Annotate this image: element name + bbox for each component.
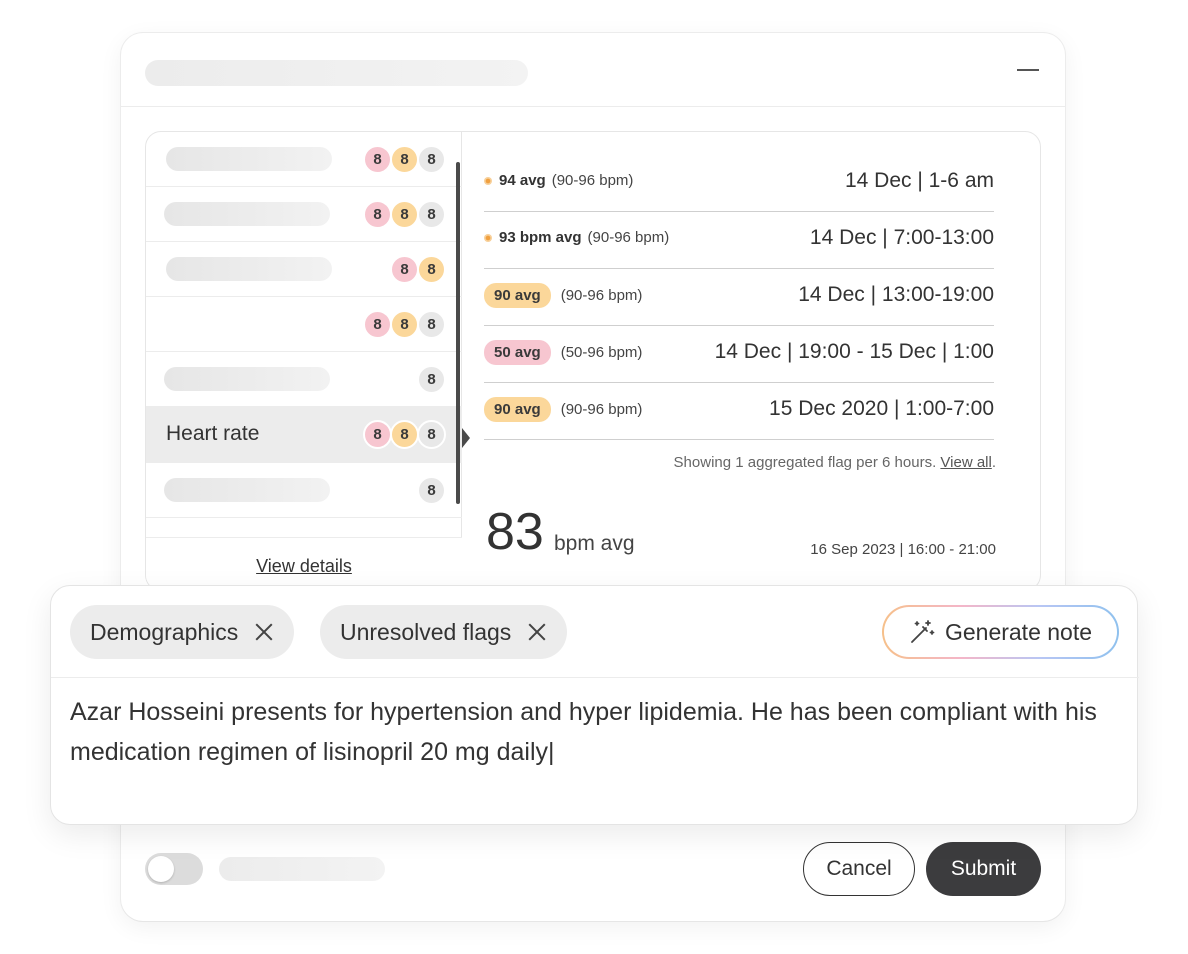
flag-badge-orange: 8: [390, 145, 419, 174]
flag-badge-orange: 8: [390, 420, 419, 449]
title-placeholder: [145, 60, 528, 86]
label-placeholder: [164, 478, 330, 502]
flag-row[interactable]: 93 bpm avg (90-96 bpm) 14 Dec | 7:00-13:…: [484, 212, 994, 269]
flag-avg-pill: 90 avg: [484, 283, 551, 308]
badge-group: 8: [417, 476, 446, 505]
toggle-switch[interactable]: [145, 853, 203, 885]
close-icon[interactable]: [527, 622, 547, 642]
flag-badge-gray: 8: [417, 365, 446, 394]
note-toolbar: Demographics Unresolved flags Generate n: [51, 586, 1139, 678]
window-footer: Cancel Submit: [121, 837, 1065, 921]
flag-date: 14 Dec | 13:00-19:00: [798, 283, 994, 306]
list-item[interactable]: 8 8 8: [146, 187, 462, 242]
flag-badge-gray: 8: [417, 476, 446, 505]
toggle-knob: [148, 856, 174, 882]
window-header: [121, 33, 1065, 107]
flag-date: 15 Dec 2020 | 1:00-7:00: [769, 397, 994, 420]
label-placeholder: [164, 202, 330, 226]
showing-text: Showing 1 aggregated flag per 6 hours.: [673, 454, 937, 471]
flag-badge-pink: 8: [363, 310, 392, 339]
list-item-heart-rate[interactable]: Heart rate 8 8 8: [146, 407, 462, 463]
flag-date: 14 Dec | 7:00-13:00: [809, 226, 994, 249]
flag-badge-gray: 8: [417, 420, 446, 449]
flag-row[interactable]: 90 avg (90-96 bpm) 15 Dec 2020 | 1:00-7:…: [484, 383, 994, 440]
flag-date: 14 Dec | 1-6 am: [844, 169, 994, 192]
flag-dot-icon: [484, 233, 492, 242]
view-all-link[interactable]: View all: [940, 454, 991, 471]
summary-value: 83: [486, 503, 544, 561]
flag-range: (90-96 bpm): [551, 172, 634, 189]
chip-label: Unresolved flags: [340, 618, 512, 645]
toggle-label-placeholder: [219, 857, 385, 881]
generate-note-label: Generate note: [944, 618, 1093, 645]
vitals-panel: 8 8 8 8 8 8 8 8 8 8 8 8 Heart rate 8 8 8…: [145, 131, 1041, 591]
badge-group: 8: [417, 365, 446, 394]
badge-group: 8 8 8: [363, 200, 446, 229]
list-item[interactable]: 8 8: [146, 242, 462, 297]
flag-badge-pink: 8: [363, 145, 392, 174]
chip-unresolved-flags[interactable]: Unresolved flags: [320, 605, 568, 659]
generate-note-inner: Generate note: [884, 607, 1117, 657]
flag-badge-gray: 8: [417, 200, 446, 229]
label-placeholder: [166, 147, 332, 171]
generate-note-button[interactable]: Generate note: [882, 605, 1119, 659]
list-scrollbar[interactable]: [456, 162, 460, 504]
submit-button[interactable]: Submit: [926, 842, 1041, 896]
flag-detail: 94 avg (90-96 bpm) 14 Dec | 1-6 am 93 bp…: [462, 132, 1040, 590]
list-item[interactable]: 8: [146, 463, 462, 518]
flag-badge-gray: 8: [417, 145, 446, 174]
flag-info: 90 avg (90-96 bpm): [484, 283, 642, 308]
flag-info: 93 bpm avg (90-96 bpm): [484, 229, 669, 246]
flag-avg: 93 bpm avg: [499, 229, 582, 246]
magic-wand-icon: [911, 620, 935, 643]
flag-badge-pink: 8: [363, 420, 392, 449]
stage: 8 8 8 8 8 8 8 8 8 8 8 8 Heart rate 8 8 8…: [0, 0, 1188, 954]
flag-badge-orange: 8: [390, 310, 419, 339]
note-textarea[interactable]: Azar Hosseini presents for hypertension …: [70, 692, 1120, 772]
showing-note: Showing 1 aggregated flag per 6 hours. V…: [673, 454, 996, 471]
flag-avg-pill: 90 avg: [484, 397, 551, 422]
summary-unit: bpm avg: [554, 532, 635, 555]
flag-avg: 94 avg: [499, 172, 546, 189]
minimize-icon[interactable]: [1017, 69, 1039, 71]
vitals-list: 8 8 8 8 8 8 8 8 8 8 8 8 Heart rate 8 8 8…: [146, 132, 462, 590]
flag-range: (50-96 bpm): [560, 344, 643, 361]
flag-range: (90-96 bpm): [560, 401, 643, 418]
badge-group: 8 8 8: [363, 310, 446, 339]
chip-demographics[interactable]: Demographics: [70, 605, 295, 659]
close-icon[interactable]: [254, 622, 274, 642]
cancel-button[interactable]: Cancel: [803, 842, 915, 896]
flag-badge-orange: 8: [390, 200, 419, 229]
flag-dot-icon: [484, 176, 492, 185]
flag-range: (90-96 bpm): [587, 229, 670, 246]
flag-avg-pill: 50 avg: [484, 340, 551, 365]
list-footer: View details: [146, 537, 462, 590]
flag-info: 94 avg (90-96 bpm): [484, 172, 633, 189]
note-card: Demographics Unresolved flags Generate n: [50, 585, 1139, 825]
flag-range: (90-96 bpm): [560, 287, 643, 304]
badge-group: 8 8: [390, 255, 446, 284]
flag-info: 50 avg (50-96 bpm): [484, 340, 642, 365]
flag-badge-orange: 8: [417, 255, 446, 284]
badge-group: 8 8 8: [363, 420, 446, 449]
flag-date: 14 Dec | 19:00 - 15 Dec | 1:00: [714, 340, 994, 363]
flag-row[interactable]: 90 avg (90-96 bpm) 14 Dec | 13:00-19:00: [484, 269, 994, 326]
badge-group: 8 8 8: [363, 145, 446, 174]
list-item[interactable]: 8: [146, 352, 462, 407]
flag-badge-gray: 8: [417, 310, 446, 339]
summary-date: 16 Sep 2023 | 16:00 - 21:00: [810, 541, 996, 558]
list-item-label: Heart rate: [166, 422, 260, 445]
flag-row[interactable]: 94 avg (90-96 bpm) 14 Dec | 1-6 am: [484, 155, 994, 212]
list-item[interactable]: 8 8 8: [146, 132, 462, 187]
list-item[interactable]: 8 8 8: [146, 297, 462, 352]
label-placeholder: [166, 257, 332, 281]
flag-row[interactable]: 50 avg (50-96 bpm) 14 Dec | 19:00 - 15 D…: [484, 326, 994, 383]
flag-badge-pink: 8: [363, 200, 392, 229]
chip-label: Demographics: [90, 618, 239, 645]
view-details-link[interactable]: View details: [146, 556, 462, 577]
flag-info: 90 avg (90-96 bpm): [484, 397, 642, 422]
flag-badge-pink: 8: [390, 255, 419, 284]
label-placeholder: [164, 367, 330, 391]
